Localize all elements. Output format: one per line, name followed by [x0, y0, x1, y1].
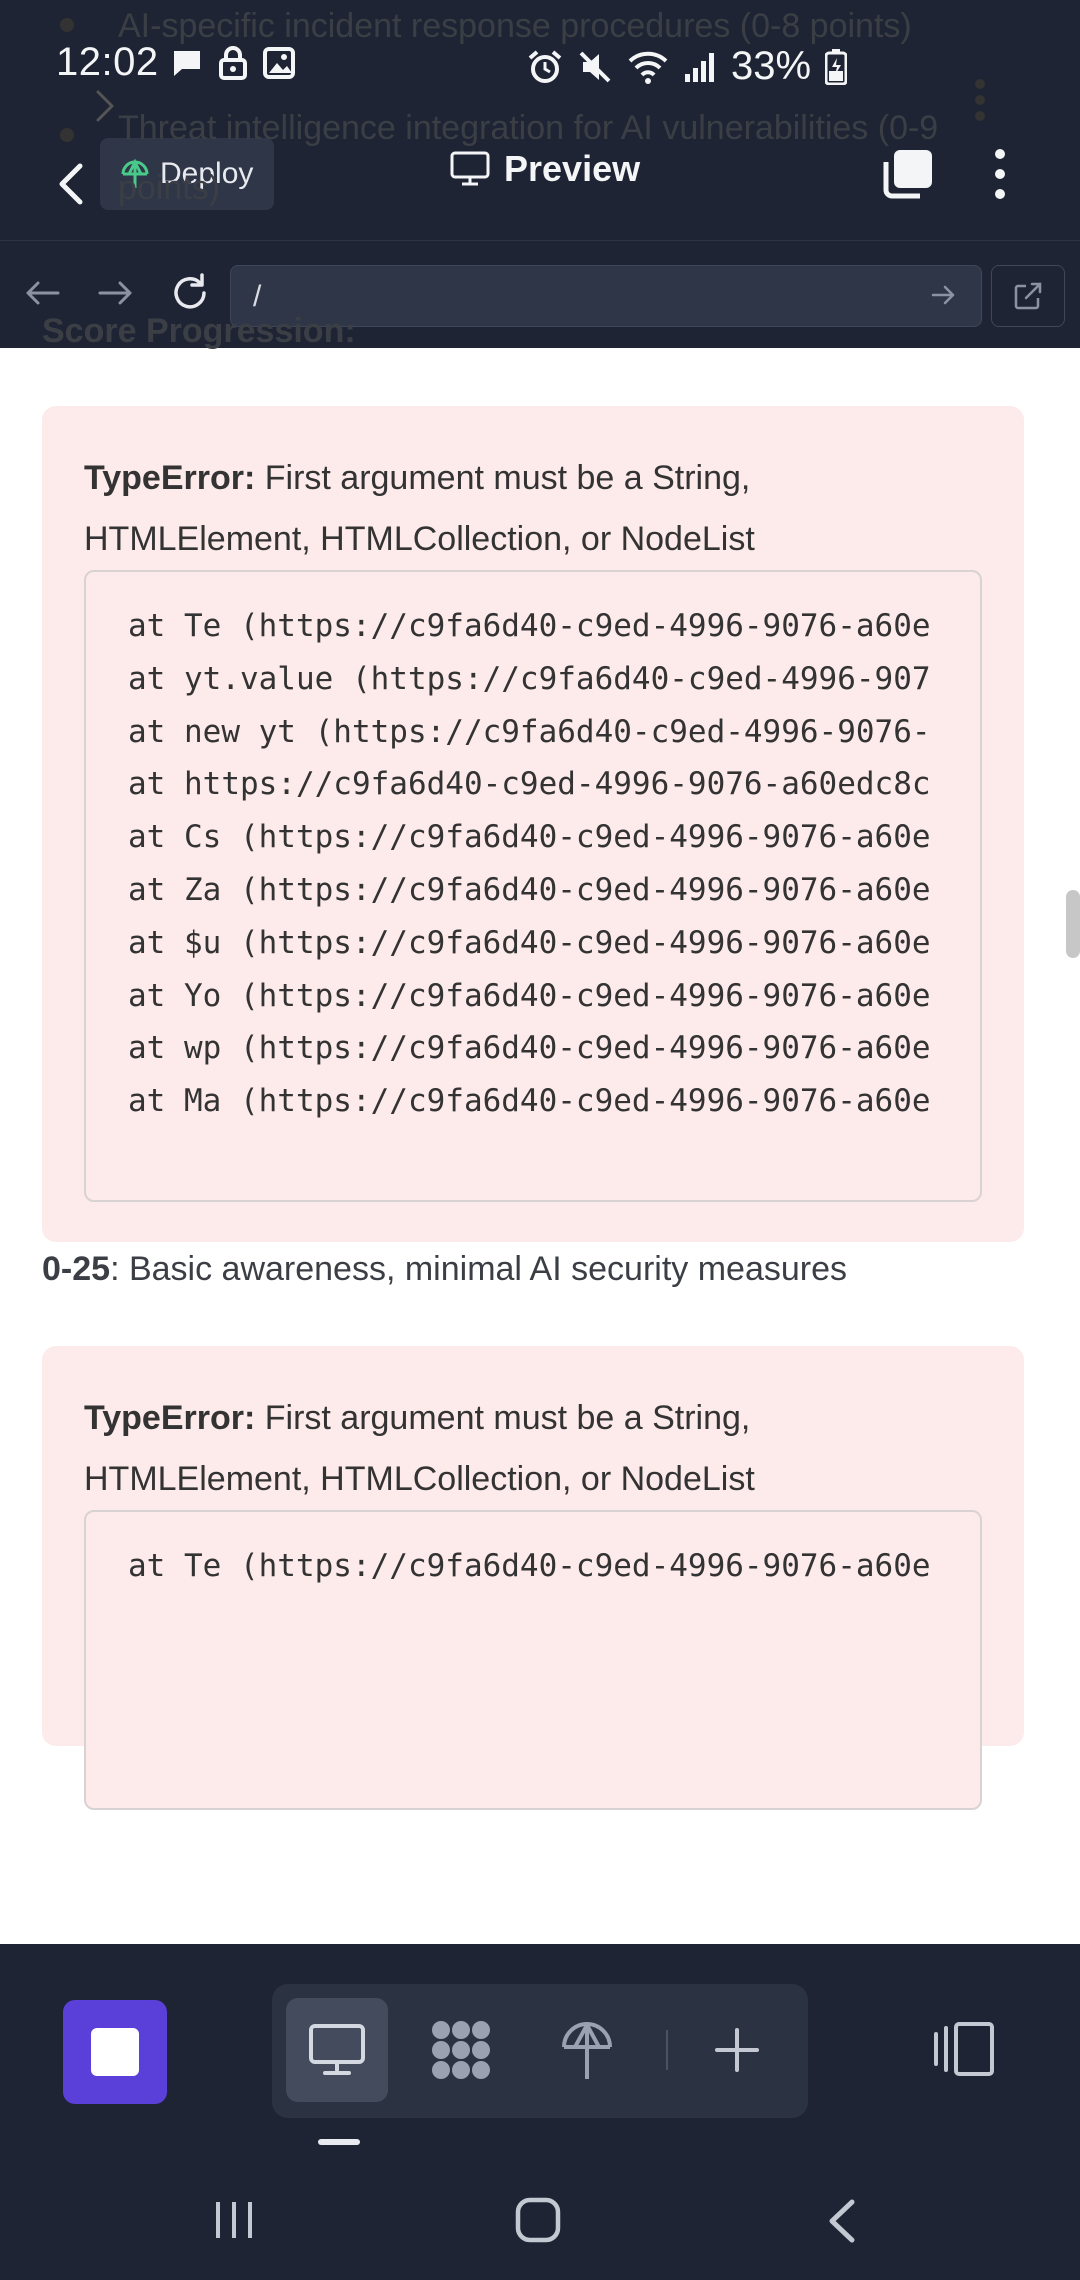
- score-range: 0-25: [42, 1250, 111, 1288]
- bullet-dot: [60, 18, 74, 32]
- stack-line: at wp (https://c9fa6d40-c9ed-4996-9076-a…: [128, 1030, 931, 1067]
- error-message: TypeError: First argument must be a Stri…: [84, 1388, 964, 1510]
- sidebar-layout-icon: [934, 2022, 994, 2076]
- external-link-icon: [1014, 282, 1042, 310]
- toolbar-divider: [666, 2030, 668, 2070]
- error-text: First argument must be a String,: [264, 1399, 751, 1437]
- score-range-text: 0-25: Basic awareness, minimal AI securi…: [42, 1250, 847, 1289]
- error-type: TypeError:: [84, 459, 256, 497]
- stack-line: at Te (https://c9fa6d40-c9ed-4996-9076-a…: [128, 608, 931, 644]
- layout-toggle-button[interactable]: [928, 2020, 998, 2080]
- list-item: Threat intelligence integration for AI v…: [118, 109, 939, 147]
- stack-line: at $u (https://c9fa6d40-c9ed-4996-9076-a…: [128, 924, 931, 961]
- url-value: /: [253, 280, 262, 313]
- arrow-left-icon[interactable]: [20, 271, 64, 315]
- stack-line: at new yt (https://c9fa6d40-c9ed-4996-90…: [128, 713, 931, 750]
- desktop-preview-button[interactable]: [286, 1998, 388, 2102]
- scrollbar-thumb[interactable]: [1066, 890, 1080, 958]
- stack-line: at Za (https://c9fa6d40-c9ed-4996-9076-a…: [128, 871, 931, 908]
- more-options-button[interactable]: [980, 144, 1020, 204]
- stack-line: at Ma (https://c9fa6d40-c9ed-4996-9076-a…: [128, 1083, 931, 1120]
- score-description: : Basic awareness, minimal AI security m…: [110, 1250, 847, 1288]
- chevron-right-icon[interactable]: [94, 88, 116, 124]
- open-external-button[interactable]: [991, 265, 1065, 327]
- chevron-left-icon: [59, 163, 83, 205]
- error-text: First argument must be a String,: [264, 459, 751, 497]
- stack-line: at Te (https://c9fa6d40-c9ed-4996-9076-a…: [128, 1548, 931, 1584]
- stack-line: at Yo (https://c9fa6d40-c9ed-4996-9076-a…: [128, 977, 931, 1014]
- bullet-dot: [60, 128, 74, 142]
- deploy-icon: [562, 2022, 612, 2079]
- apps-grid-icon: [432, 2021, 490, 2079]
- list-item-continuation: points): [118, 169, 221, 207]
- error-box: TypeError: First argument must be a Stri…: [42, 1346, 1024, 1810]
- stack-line: at yt.value (https://c9fa6d40-c9ed-4996-…: [128, 660, 931, 697]
- recents-icon[interactable]: [212, 2198, 256, 2242]
- add-icon: [715, 2028, 759, 2072]
- stack-line: at https://c9fa6d40-c9ed-4996-9076-a60ed…: [128, 766, 931, 803]
- apps-button[interactable]: [410, 1998, 512, 2102]
- back-button[interactable]: [44, 154, 96, 214]
- bottom-toolbar: [0, 1944, 1080, 2164]
- more-vertical-icon[interactable]: [970, 76, 990, 126]
- refresh-icon[interactable]: [168, 271, 212, 315]
- error-text: HTMLElement, HTMLCollection, or NodeList: [84, 1460, 755, 1498]
- more-vertical-icon: [995, 149, 1005, 199]
- tool-group: [272, 1984, 808, 2118]
- stack-trace: at Te (https://c9fa6d40-c9ed-4996-9076-a…: [84, 570, 982, 1202]
- arrow-right-icon[interactable]: [94, 271, 138, 315]
- add-button[interactable]: [686, 1998, 788, 2102]
- desktop-icon: [309, 2024, 365, 2075]
- go-arrow-icon[interactable]: [929, 280, 959, 310]
- error-message: TypeError: First argument must be a Stri…: [84, 448, 964, 570]
- stop-icon: [91, 2028, 139, 2076]
- error-type: TypeError:: [84, 1399, 256, 1437]
- stop-button[interactable]: [63, 2000, 167, 2104]
- active-tool-indicator: [318, 2139, 360, 2145]
- system-navigation-bar: [0, 2164, 1080, 2280]
- list-item: AI-specific incident response procedures…: [118, 7, 912, 45]
- stack-line: at Cs (https://c9fa6d40-c9ed-4996-9076-a…: [128, 819, 931, 856]
- deploy-tool-button[interactable]: [536, 1998, 638, 2102]
- error-text: HTMLElement, HTMLCollection, or NodeList: [84, 520, 755, 558]
- section-heading: Score Progression:: [42, 312, 356, 350]
- home-icon[interactable]: [514, 2196, 562, 2244]
- error-box: TypeError: First argument must be a Stri…: [42, 406, 1024, 1242]
- back-icon[interactable]: [826, 2198, 856, 2244]
- stack-trace: at Te (https://c9fa6d40-c9ed-4996-9076-a…: [84, 1510, 982, 1810]
